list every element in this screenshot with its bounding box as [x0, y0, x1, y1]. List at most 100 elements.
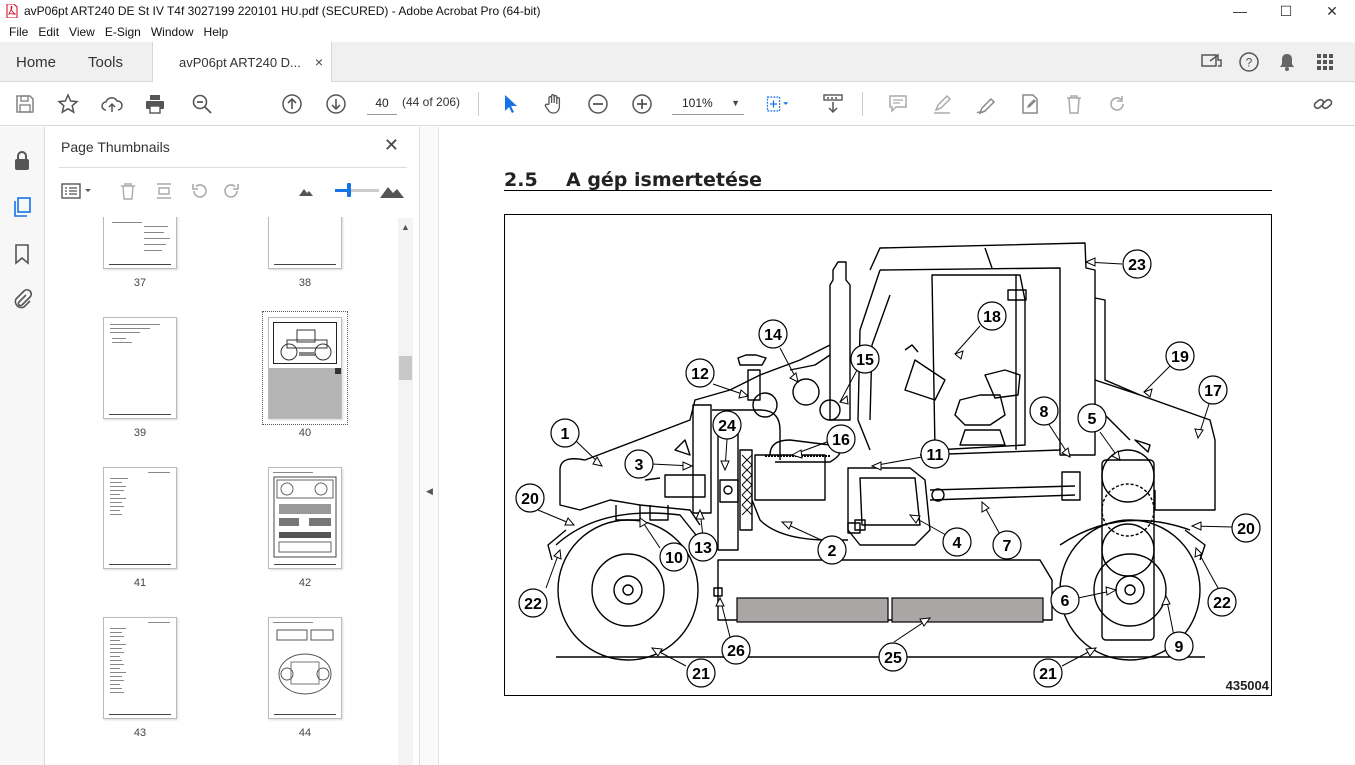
tab-tools[interactable]: Tools: [88, 42, 123, 82]
thumbnail-page-38[interactable]: [268, 217, 342, 269]
zoom-out-icon[interactable]: [585, 91, 611, 117]
callout-23: 23: [1128, 257, 1146, 274]
previous-page-icon[interactable]: [279, 91, 305, 117]
options-menu-icon[interactable]: [61, 180, 95, 202]
callout-24: 24: [718, 418, 736, 435]
zoom-in-icon[interactable]: [629, 91, 655, 117]
callout-2: 2: [828, 543, 837, 560]
thumbnail-page-37[interactable]: [103, 217, 177, 269]
menu-edit[interactable]: Edit: [33, 25, 64, 39]
menu-window[interactable]: Window: [146, 25, 199, 39]
callout-11: 11: [927, 447, 944, 464]
menu-view[interactable]: View: [64, 25, 100, 39]
section-number: 2.5: [504, 169, 538, 191]
callout-15: 15: [856, 352, 874, 369]
share-screen-icon[interactable]: [1199, 50, 1223, 74]
page-count-label: (44 of 206): [402, 95, 461, 109]
thumbnail-label: 43: [133, 727, 147, 739]
callout-21-front: 21: [1039, 666, 1057, 683]
thumbnail-list: 37 38 39 40 41 42 43 44: [59, 217, 399, 765]
scroll-mode-icon[interactable]: [820, 91, 846, 117]
tab-bar: Home Tools avP06pt ART240 D... × ?: [0, 42, 1355, 83]
apps-grid-icon[interactable]: [1313, 50, 1337, 74]
scrollbar-thumb[interactable]: [399, 356, 412, 380]
extract-page-icon[interactable]: [153, 180, 175, 202]
thumbnail-size-slider[interactable]: [335, 183, 379, 197]
machine-diagram-figure: 1 2 3 4 5 6 7 8 9 10 11 12 13 14 15 16 1…: [504, 214, 1272, 696]
chevron-down-icon: ▼: [731, 98, 740, 108]
attachment-paperclip-icon[interactable]: [10, 287, 34, 311]
zoom-level-select[interactable]: 101% ▼: [672, 91, 744, 115]
thumbnail-label: 37: [133, 277, 147, 289]
maximize-button[interactable]: ☐: [1263, 0, 1309, 22]
menu-help[interactable]: Help: [199, 25, 234, 39]
thumbnail-label: 39: [133, 427, 147, 439]
delete-page-icon[interactable]: [117, 180, 139, 202]
page-number-input[interactable]: 40: [367, 91, 397, 115]
tab-home[interactable]: Home: [16, 42, 56, 82]
bookmark-icon[interactable]: [10, 242, 34, 266]
callout-8: 8: [1040, 404, 1049, 421]
signature-pen-icon[interactable]: [973, 91, 999, 117]
thumbnail-page-41[interactable]: [103, 467, 177, 569]
edit-document-icon[interactable]: [1017, 91, 1043, 117]
thumbnail-page-40[interactable]: [268, 317, 342, 419]
help-icon[interactable]: ?: [1237, 50, 1261, 74]
menu-esign[interactable]: E-Sign: [100, 25, 146, 39]
print-icon[interactable]: [142, 91, 168, 117]
rotate-left-icon[interactable]: [188, 180, 210, 202]
scroll-up-arrow-icon[interactable]: ▲: [401, 222, 410, 232]
delete-trash-icon[interactable]: [1061, 91, 1087, 117]
collapse-panel-handle[interactable]: ◀: [421, 127, 439, 765]
large-thumbnails-icon[interactable]: [379, 180, 405, 202]
section-title: A gép ismertetése: [566, 169, 763, 191]
thumbnail-page-39[interactable]: [103, 317, 177, 419]
thumbnail-page-42[interactable]: [268, 467, 342, 569]
close-tab-button[interactable]: ×: [315, 54, 323, 70]
thumbnail-page-43[interactable]: [103, 617, 177, 719]
highlight-pen-icon[interactable]: [929, 91, 955, 117]
callout-6: 6: [1061, 593, 1070, 610]
document-view[interactable]: 2.5 A gép ismertetése 1 2 3 4 5 6 7 8 9 …: [440, 127, 1355, 765]
toolbar-divider: [862, 92, 863, 116]
thumbnail-page-44[interactable]: [268, 617, 342, 719]
callout-12: 12: [691, 366, 709, 383]
zoom-search-icon[interactable]: [189, 91, 215, 117]
star-bookmark-icon[interactable]: [55, 91, 81, 117]
rotate-right-icon[interactable]: [221, 180, 243, 202]
hand-pan-icon[interactable]: [541, 91, 567, 117]
minimize-button[interactable]: —: [1217, 0, 1263, 22]
callout-22-rear: 22: [524, 596, 542, 613]
callout-9: 9: [1175, 639, 1184, 656]
callout-3: 3: [635, 457, 644, 474]
collapse-arrow-icon[interactable]: ◀: [426, 486, 433, 497]
callout-22-front: 22: [1213, 595, 1231, 612]
page-thumbnails-icon[interactable]: [10, 195, 34, 219]
callout-10: 10: [665, 550, 683, 567]
callout-20-front: 20: [1237, 521, 1255, 538]
menu-file[interactable]: File: [4, 25, 33, 39]
callout-17: 17: [1204, 383, 1222, 400]
figure-id: 435004: [1225, 678, 1269, 693]
small-thumbnails-icon[interactable]: [295, 180, 317, 202]
thumbnail-toolbar: [59, 167, 407, 211]
close-panel-icon[interactable]: ✕: [384, 135, 399, 156]
slider-knob[interactable]: [347, 183, 351, 197]
close-window-button[interactable]: ✕: [1309, 0, 1355, 22]
lock-security-icon[interactable]: [10, 149, 34, 173]
callout-26: 26: [727, 643, 745, 660]
next-page-icon[interactable]: [323, 91, 349, 117]
notifications-bell-icon[interactable]: [1275, 50, 1299, 74]
comment-icon[interactable]: [885, 91, 911, 117]
tab-document[interactable]: avP06pt ART240 D... ×: [152, 42, 332, 83]
callout-4: 4: [953, 535, 962, 552]
redo-icon[interactable]: [1104, 91, 1130, 117]
section-heading: 2.5 A gép ismertetése: [504, 169, 1272, 191]
thumbnail-scrollbar[interactable]: ▲: [398, 218, 413, 765]
callout-14: 14: [764, 327, 782, 344]
save-icon[interactable]: [12, 91, 38, 117]
link-share-icon[interactable]: [1311, 91, 1337, 117]
fit-page-icon[interactable]: [764, 91, 790, 117]
select-cursor-icon[interactable]: [497, 91, 523, 117]
upload-cloud-icon[interactable]: [99, 91, 125, 117]
